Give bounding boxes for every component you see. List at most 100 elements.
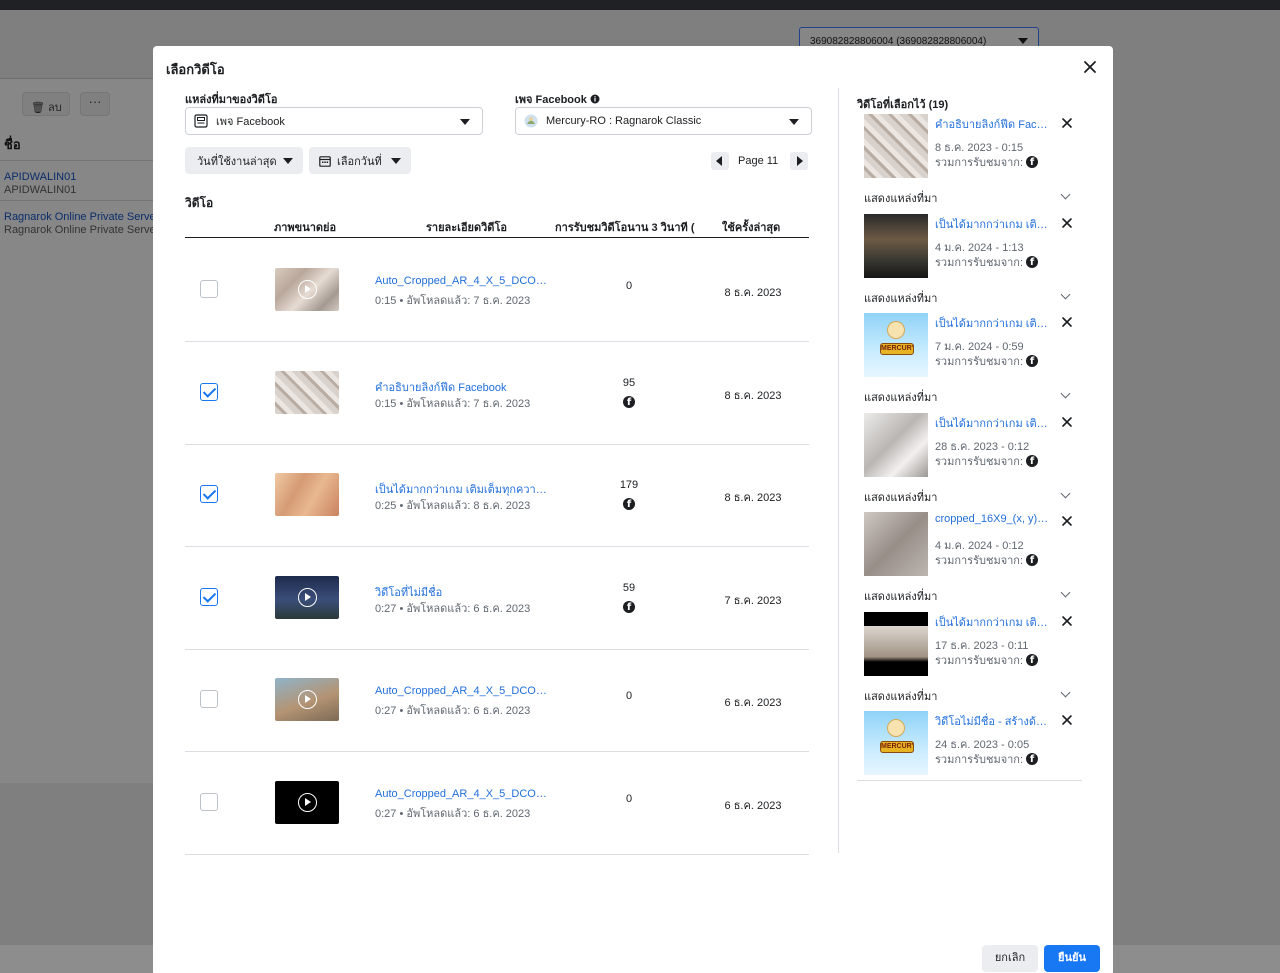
selected-video-item: เป็นได้มากกว่าเกม เติมเต็มทุกความรู้4 ม.… xyxy=(857,213,1082,314)
play-icon xyxy=(298,588,317,607)
facebook-page-value: Mercury-RO : Ragnarok Classic xyxy=(546,115,702,127)
views-column-header[interactable]: การรับชมวิดีโอนาน 3 วินาที ( xyxy=(555,218,697,236)
selected-video-title[interactable]: เป็นได้มากกว่าเกม เติมเต็มทุกความรู้ xyxy=(935,613,1051,631)
chevron-down-icon[interactable] xyxy=(1060,687,1071,697)
play-icon xyxy=(298,793,317,812)
reach-label: รวมการรับชมจาก: xyxy=(935,356,1024,368)
row-checkbox[interactable] xyxy=(200,588,218,606)
last-used-date: 8 ธ.ค. 2023 xyxy=(724,492,782,504)
thumbnail-column-header: ภาพขนาดย่อ xyxy=(274,222,337,234)
selected-video-item: MERCURY วิดีโอไม่มีชื่อ - สร้างด้วย... 24 … xyxy=(857,711,1082,780)
table-row[interactable]: Auto_Cropped_AR_4_X_5_DCO_V... 0:27 • อัพ… xyxy=(185,752,809,855)
row-checkbox[interactable] xyxy=(200,793,218,811)
chevron-down-icon xyxy=(1018,38,1028,44)
table-row[interactable]: วิดีโอที่ไม่มีชื่อ 0:27 • อัพโหลดแล้ว: 6 … xyxy=(185,547,809,650)
facebook-page-label: เพจ Facebook xyxy=(515,90,600,108)
last-used-date: 6 ธ.ค. 2023 xyxy=(724,800,782,812)
remove-icon[interactable] xyxy=(1061,714,1073,726)
row-title: Ragnarok Online Private Server xyxy=(4,211,160,223)
remove-icon[interactable] xyxy=(1061,515,1073,527)
selected-video-reach: รวมการรับชมจาก: f xyxy=(935,352,1039,370)
selected-video-title[interactable]: คำอธิบายลิงก์ฟีด Facebook xyxy=(935,115,1051,133)
page-avatar-icon xyxy=(524,114,538,128)
sort-chip-label: วันที่ใช้งานล่าสุด xyxy=(197,155,277,168)
show-source-toggle[interactable]: แสดงแหล่งที่มา xyxy=(864,488,937,506)
reach-label: รวมการรับชมจาก: xyxy=(935,256,1024,269)
views-count: 0 xyxy=(625,793,633,805)
date-picker-chip[interactable]: เลือกวันที่ xyxy=(309,147,411,174)
chevron-down-icon xyxy=(283,158,293,164)
selected-video-title[interactable]: เป็นได้มากกว่าเกม เติมเต็มทุกความรู้ xyxy=(935,314,1051,332)
row-checkbox[interactable] xyxy=(200,280,218,298)
row-checkbox[interactable] xyxy=(200,485,218,503)
reach-label: รวมการรับชมจาก: xyxy=(935,157,1024,169)
video-title-link[interactable]: Auto_Cropped_AR_4_X_5_DCO_3... xyxy=(375,685,551,697)
show-source-toggle[interactable]: แสดงแหล่งที่มา xyxy=(864,189,937,207)
facebook-icon: f xyxy=(623,601,635,613)
selected-videos-list[interactable]: คำอธิบายลิงก์ฟีด Facebook8 ธ.ค. 2023 - 0… xyxy=(857,114,1082,781)
character-icon xyxy=(887,321,905,339)
row-checkbox[interactable] xyxy=(200,690,218,708)
facebook-icon: f xyxy=(1026,554,1039,566)
views-count: 179 xyxy=(619,479,639,491)
video-title-link[interactable]: Auto_Cropped_AR_4_X_5_DCO_V... xyxy=(375,275,551,287)
cancel-button[interactable]: ยกเลิก xyxy=(982,945,1038,972)
remove-icon[interactable] xyxy=(1061,117,1073,129)
confirm-button[interactable]: ยืนยัน xyxy=(1044,945,1100,972)
views-count: 0 xyxy=(625,690,633,702)
chevron-down-icon[interactable] xyxy=(1060,388,1071,399)
show-source-toggle[interactable]: แสดงแหล่งที่มา xyxy=(864,289,937,307)
remove-icon[interactable] xyxy=(1061,316,1073,328)
facebook-page-select[interactable]: Mercury-RO : Ragnarok Classic xyxy=(515,107,812,135)
views-count: 95 xyxy=(622,377,636,389)
calendar-icon xyxy=(319,155,331,167)
chevron-down-icon[interactable] xyxy=(1060,488,1071,498)
reach-label: รวมการรับชมจาก: xyxy=(935,555,1024,567)
video-thumbnail xyxy=(275,781,339,824)
table-header-divider xyxy=(185,237,809,238)
selected-video-title[interactable]: cropped_16X9_(x, y)_... xyxy=(935,513,1051,525)
table-row[interactable]: Auto_Cropped_AR_4_X_5_DCO_3... 0:27 • อัพ… xyxy=(185,649,809,752)
video-thumbnail xyxy=(275,576,339,619)
table-row[interactable]: เป็นได้มากกว่าเกม เติมเต็มทุกความรู้... 0… xyxy=(185,444,809,547)
info-icon[interactable] xyxy=(590,94,600,104)
selected-video-title[interactable]: เป็นได้มากกว่าเกม เติมเต็มทุกความรู้ xyxy=(935,215,1051,233)
video-thumbnail xyxy=(275,678,339,721)
selected-video-thumbnail xyxy=(864,512,928,576)
character-icon xyxy=(887,719,905,737)
remove-icon[interactable] xyxy=(1061,416,1073,428)
video-meta: 0:15 • อัพโหลดแล้ว: 7 ธ.ค. 2023 xyxy=(375,398,531,410)
row-checkbox[interactable] xyxy=(200,383,218,401)
views-count: 59 xyxy=(622,582,636,594)
selected-video-item: คำอธิบายลิงก์ฟีด Facebook8 ธ.ค. 2023 - 0… xyxy=(857,114,1082,214)
row-subtitle: Ragnarok Online Private Server xyxy=(4,224,160,236)
last-used-column-header[interactable]: ใช้ครั้งล่าสุด xyxy=(722,218,780,236)
table-row[interactable]: คำอธิบายลิงก์ฟีด Facebook 0:15 • อัพโหลดแ… xyxy=(185,342,809,445)
facebook-icon: f xyxy=(1026,753,1039,765)
next-page-button[interactable] xyxy=(790,152,808,170)
prev-page-button[interactable] xyxy=(711,152,729,170)
selected-video-thumbnail xyxy=(864,611,928,676)
show-source-toggle[interactable]: แสดงแหล่งที่มา xyxy=(864,587,937,605)
video-source-select[interactable]: เพจ Facebook xyxy=(185,107,483,135)
chevron-down-icon[interactable] xyxy=(1060,289,1071,299)
show-source-toggle[interactable]: แสดงแหล่งที่มา xyxy=(864,687,937,705)
remove-icon[interactable] xyxy=(1061,615,1073,627)
remove-icon[interactable] xyxy=(1061,217,1073,229)
video-title-link[interactable]: Auto_Cropped_AR_4_X_5_DCO_V... xyxy=(375,788,551,800)
chevron-down-icon xyxy=(391,158,401,164)
chevron-down-icon[interactable] xyxy=(1060,189,1071,200)
selected-video-reach: รวมการรับชมจาก: f xyxy=(935,750,1039,768)
views-count: 0 xyxy=(625,280,633,292)
chevron-down-icon[interactable] xyxy=(1060,587,1071,598)
close-icon[interactable] xyxy=(1082,59,1098,75)
page-indicator: Page 11 xyxy=(738,155,779,167)
reach-label: รวมการรับชมจาก: xyxy=(935,654,1024,667)
facebook-icon: f xyxy=(623,396,635,408)
selected-video-title[interactable]: เป็นได้มากกว่าเกม เติมเต็มทุกความรู้ xyxy=(935,414,1051,432)
selected-video-title[interactable]: วิดีโอไม่มีชื่อ - สร้างด้วย... xyxy=(935,712,1051,730)
table-row[interactable]: Auto_Cropped_AR_4_X_5_DCO_V... 0:15 • อัพ… xyxy=(185,239,809,342)
show-source-toggle[interactable]: แสดงแหล่งที่มา xyxy=(864,388,937,406)
video-thumbnail xyxy=(275,371,339,414)
sort-last-used-chip[interactable]: วันที่ใช้งานล่าสุด xyxy=(185,147,303,174)
